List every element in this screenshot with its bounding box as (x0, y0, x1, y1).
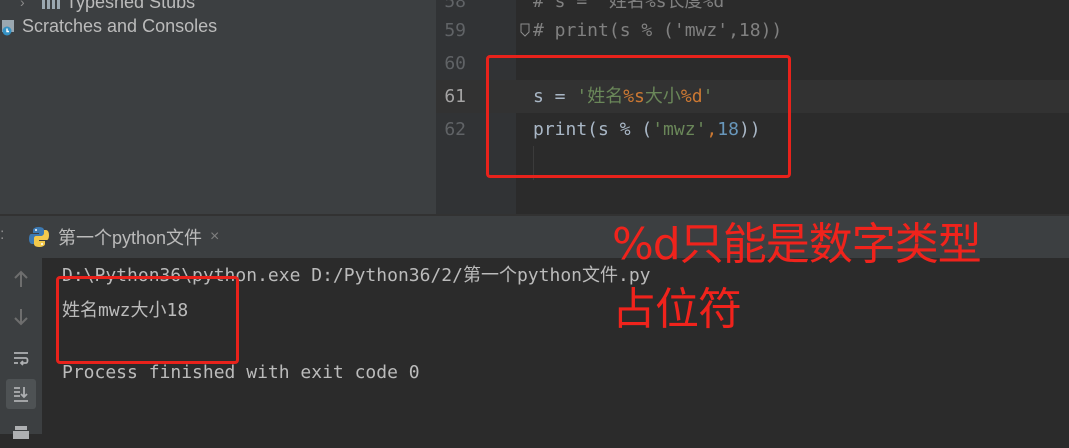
panel-edge-marker: : (0, 226, 5, 243)
line-number: 59 (444, 20, 466, 41)
annotation-text-line2: 占位符 (612, 284, 742, 335)
print-icon[interactable] (6, 418, 36, 448)
soft-wrap-icon[interactable] (6, 344, 36, 374)
down-arrow-icon[interactable] (6, 302, 36, 332)
line-number: 61 (444, 86, 466, 107)
highlight-box-output (56, 276, 239, 364)
scratches-icon (2, 20, 14, 36)
close-icon[interactable]: × (210, 228, 219, 246)
project-panel: › Typeshed Stubs Scratches and Consoles (0, 0, 436, 214)
fold-marker-icon[interactable] (520, 23, 530, 37)
line-number: 60 (444, 53, 466, 74)
up-arrow-icon[interactable] (6, 264, 36, 294)
run-tab[interactable]: 第一个python文件 × (28, 216, 219, 258)
annotation-text-line1: %d只能是数字类型 (612, 219, 982, 270)
tree-item-label: Scratches and Consoles (22, 15, 218, 36)
python-icon (29, 227, 49, 247)
code-text: # print(s % ('mwz',18)) (533, 20, 783, 41)
highlight-box-code (486, 55, 791, 178)
library-icon (42, 0, 60, 9)
run-tab-label: 第一个python文件 (58, 228, 203, 248)
scroll-to-end-icon[interactable] (6, 379, 36, 409)
chevron-right-icon[interactable]: › (20, 0, 40, 10)
run-toolbar (0, 258, 42, 439)
console-exit-message: Process finished with exit code 0 (62, 362, 420, 383)
code-line[interactable]: 59 # print(s % ('mwz',18)) (436, 14, 1069, 47)
tree-item-label: Typeshed Stubs (66, 0, 196, 12)
line-number: 62 (444, 119, 466, 140)
tree-item-scratches-and-consoles[interactable]: Scratches and Consoles (0, 12, 217, 40)
